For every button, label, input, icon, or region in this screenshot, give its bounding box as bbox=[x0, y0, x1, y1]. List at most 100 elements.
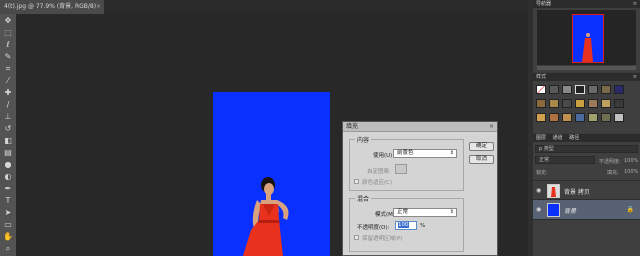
document-image[interactable] bbox=[213, 92, 330, 256]
move-tool-icon[interactable]: ✥ bbox=[2, 16, 14, 26]
style-swatch[interactable] bbox=[601, 113, 611, 122]
layer-filter[interactable]: p 类型 bbox=[535, 145, 638, 153]
close-icon[interactable]: × bbox=[489, 122, 494, 131]
style-swatch[interactable] bbox=[536, 85, 546, 94]
use-select[interactable]: 前景色 ⇕ bbox=[393, 149, 457, 158]
mode-select[interactable]: 正常 ⇕ bbox=[393, 208, 457, 217]
document-tab-title: 4(t).jpg @ 77.9% (背景, RGB/8) bbox=[4, 3, 97, 10]
style-swatch[interactable] bbox=[601, 99, 611, 108]
thumbnail-image bbox=[582, 33, 593, 62]
fill-value[interactable]: 100% bbox=[624, 169, 638, 175]
opacity-input[interactable]: 100 bbox=[395, 221, 417, 230]
layer-name[interactable]: 背景 拷贝 bbox=[564, 187, 590, 196]
styles-header: 样式 ≡ bbox=[533, 73, 640, 81]
panel-menu-icon[interactable]: ≡ bbox=[633, 73, 637, 81]
navigator-preview[interactable] bbox=[537, 10, 636, 65]
brush-tool-icon[interactable]: ∕ bbox=[2, 100, 14, 110]
woman-in-red-dress-image bbox=[243, 177, 289, 256]
pen-tool-icon[interactable]: ✒ bbox=[2, 184, 14, 194]
style-swatch[interactable] bbox=[562, 99, 572, 108]
content-group-label: 内容 bbox=[355, 135, 372, 144]
custom-pattern-label: 自定图案: bbox=[367, 169, 391, 175]
layer-thumbnail bbox=[547, 184, 560, 198]
lock-icon: 🔒 bbox=[626, 206, 634, 213]
layer-thumbnail bbox=[547, 203, 560, 217]
layers-panel: 图层 通道 路径 p 类型 正常 不透明度: 100% 锁定: 填充: 100%… bbox=[533, 134, 640, 256]
tab-channels[interactable]: 通道 bbox=[553, 135, 563, 141]
healing-tool-icon[interactable]: ✚ bbox=[2, 88, 14, 98]
fill-label: 填充: bbox=[607, 170, 619, 176]
style-swatch[interactable] bbox=[549, 85, 559, 94]
use-select-value: 前景色 bbox=[397, 150, 414, 156]
navigator-thumbnail bbox=[572, 14, 604, 63]
type-tool-icon[interactable]: T bbox=[2, 196, 14, 206]
style-swatch[interactable] bbox=[601, 85, 611, 94]
eye-icon[interactable]: ◉ bbox=[536, 206, 541, 213]
styles-tab[interactable]: 样式 bbox=[536, 74, 546, 80]
style-swatch[interactable] bbox=[588, 85, 598, 94]
close-icon[interactable]: × bbox=[96, 0, 101, 14]
dialog-title: 填充 bbox=[346, 123, 359, 130]
style-swatch[interactable] bbox=[549, 113, 559, 122]
cancel-button[interactable]: 取消 bbox=[469, 155, 494, 164]
mode-select-value: 正常 bbox=[397, 209, 409, 215]
blend-mode-select[interactable]: 正常 bbox=[535, 156, 595, 164]
custom-pattern-picker[interactable] bbox=[395, 164, 407, 174]
style-swatch[interactable] bbox=[549, 99, 559, 108]
style-swatch[interactable] bbox=[614, 85, 624, 94]
style-swatch[interactable] bbox=[536, 113, 546, 122]
blend-mode-value: 正常 bbox=[539, 157, 550, 163]
lock-label: 锁定: bbox=[536, 170, 548, 176]
style-swatch[interactable] bbox=[536, 99, 546, 108]
style-swatch[interactable] bbox=[562, 113, 572, 122]
layer-thumbnail-image bbox=[551, 187, 556, 197]
panel-menu-icon[interactable]: ≡ bbox=[633, 0, 637, 8]
tab-paths[interactable]: 路径 bbox=[569, 135, 579, 141]
blur-tool-icon[interactable]: ● bbox=[2, 160, 14, 170]
ok-button[interactable]: 确定 bbox=[469, 142, 494, 151]
eraser-tool-icon[interactable]: ◧ bbox=[2, 136, 14, 146]
layer-row-selected[interactable]: ◉ 背景 🔒 bbox=[533, 200, 640, 220]
eyedropper-tool-icon[interactable]: ⁄ bbox=[2, 76, 14, 86]
document-tab[interactable]: 4(t).jpg @ 77.9% (背景, RGB/8) × bbox=[0, 0, 104, 14]
dialog-title-bar[interactable]: 填充 × bbox=[343, 122, 497, 132]
document-tab-bar: 4(t).jpg @ 77.9% (背景, RGB/8) × bbox=[0, 0, 528, 14]
style-swatch[interactable] bbox=[614, 99, 624, 108]
opacity-value[interactable]: 100% bbox=[624, 158, 638, 164]
style-swatch[interactable] bbox=[575, 85, 585, 94]
navigator-zoom-slider[interactable] bbox=[537, 66, 636, 70]
dodge-tool-icon[interactable]: ◐ bbox=[2, 172, 14, 182]
layer-name[interactable]: 背景 bbox=[564, 206, 576, 215]
hand-tool-icon[interactable]: ✋ bbox=[2, 232, 14, 242]
quick-select-tool-icon[interactable]: ✎ bbox=[2, 52, 14, 62]
navigator-tab[interactable]: 导航器 bbox=[536, 1, 551, 7]
stamp-tool-icon[interactable]: ⊥ bbox=[2, 112, 14, 122]
opacity-label: 不透明度: bbox=[599, 159, 621, 165]
layer-filter-label: p 类型 bbox=[539, 146, 554, 152]
style-swatch[interactable] bbox=[575, 113, 585, 122]
style-swatch[interactable] bbox=[562, 85, 572, 94]
zoom-tool-icon[interactable]: ⌕ bbox=[2, 244, 14, 254]
preserve-transparency-checkbox[interactable] bbox=[354, 235, 359, 240]
style-swatch[interactable] bbox=[614, 113, 624, 122]
styles-panel: 样式 ≡ bbox=[533, 73, 640, 133]
navigator-header: 导航器 ≡ bbox=[533, 0, 640, 8]
crop-tool-icon[interactable]: ⌗ bbox=[2, 64, 14, 74]
tab-layers[interactable]: 图层 bbox=[536, 135, 546, 141]
style-swatch[interactable] bbox=[588, 99, 598, 108]
color-adaptation-checkbox[interactable] bbox=[354, 179, 359, 184]
style-swatch[interactable] bbox=[575, 99, 585, 108]
chevron-down-icon: ⇕ bbox=[449, 209, 454, 215]
history-brush-tool-icon[interactable]: ↺ bbox=[2, 124, 14, 134]
fill-dialog: 填充 × 内容 使用(U): 前景色 ⇕ 自定图案: 颜色适应(C) 混合 模式… bbox=[342, 121, 498, 256]
gradient-tool-icon[interactable]: ▤ bbox=[2, 148, 14, 158]
shape-tool-icon[interactable]: ▭ bbox=[2, 220, 14, 230]
layers-tabs: 图层 通道 路径 bbox=[533, 134, 640, 142]
style-swatch[interactable] bbox=[588, 113, 598, 122]
marquee-tool-icon[interactable]: ⬚ bbox=[2, 28, 14, 38]
eye-icon[interactable]: ◉ bbox=[536, 187, 541, 194]
path-select-tool-icon[interactable]: ➤ bbox=[2, 208, 14, 218]
lasso-tool-icon[interactable]: ℓ bbox=[2, 40, 14, 50]
layer-row[interactable]: ◉ 背景 拷贝 bbox=[533, 180, 640, 200]
preserve-transparency-label: 保留透明区域(P) bbox=[362, 236, 403, 242]
